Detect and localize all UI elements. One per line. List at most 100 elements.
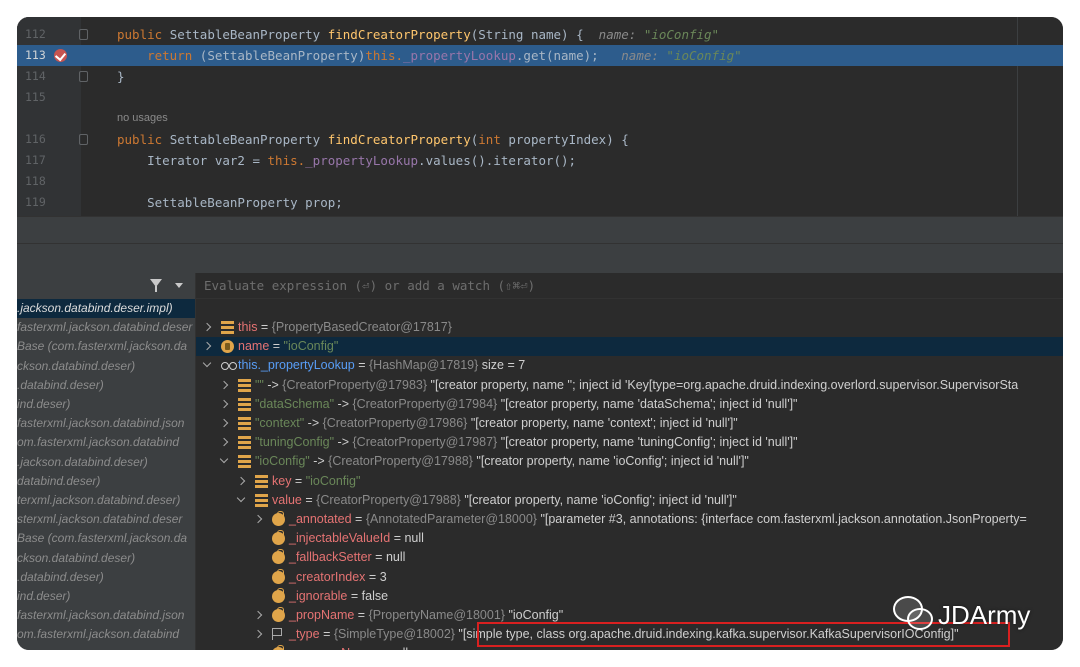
variable-row[interactable]: "" -> {CreatorProperty@17983} "[creator …: [196, 376, 1063, 395]
expand-open-icon[interactable]: [219, 455, 229, 464]
fold-marker-icon[interactable]: [79, 71, 88, 82]
line-number: 118: [25, 174, 46, 188]
variable-name: _propName: [289, 608, 355, 622]
variable-row[interactable]: "tuningConfig" -> {CreatorProperty@17987…: [196, 433, 1063, 452]
evaluate-expression-input[interactable]: Evaluate expression (⏎) or add a watch (…: [196, 273, 1063, 299]
field-icon: [221, 321, 234, 334]
current-execution-line[interactable]: 113 return (SettableBeanProperty)this._p…: [17, 45, 1063, 66]
variable-type: {CreatorProperty@17984}: [352, 396, 498, 411]
variable-type: {HashMap@17819}: [369, 358, 479, 373]
filter-icon[interactable]: [150, 279, 162, 292]
stack-frame[interactable]: sterxml.jackson.databind.deser: [17, 510, 195, 529]
variable-value: 3: [379, 569, 387, 584]
expand-collapsed-icon[interactable]: [253, 629, 263, 639]
expand-collapsed-icon[interactable]: [219, 380, 229, 389]
variable-row[interactable]: "context" -> {CreatorProperty@17986} "[c…: [196, 414, 1063, 433]
variable-row[interactable]: _annotated = {AnnotatedParameter@18000} …: [196, 510, 1063, 529]
variable-type: {PropertyName@18001}: [368, 608, 505, 622]
stack-frame[interactable]: om.fasterxml.jackson.databind: [17, 625, 195, 644]
line-number: 117: [25, 153, 46, 167]
expand-open-icon[interactable]: [202, 359, 212, 368]
code-line[interactable]: 115: [17, 87, 1063, 108]
breakpoint-icon[interactable]: [54, 49, 67, 62]
variable-row[interactable]: "ioConfig" -> {CreatorProperty@17988} "[…: [196, 452, 1063, 471]
variable-name: this._propertyLookup: [238, 358, 355, 373]
stack-frame[interactable]: fasterxml.jackson.databind.deser: [17, 318, 195, 337]
stack-frame[interactable]: fasterxml.jackson.databind.json: [17, 606, 195, 625]
field-icon: [238, 397, 251, 411]
variable-row[interactable]: _fallbackSetter = null: [196, 548, 1063, 567]
expand-collapsed-icon[interactable]: [253, 610, 263, 620]
panel-splitter[interactable]: [17, 216, 1063, 273]
variable-type: {SimpleType@18002}: [333, 627, 455, 642]
code-line[interactable]: 112 public SettableBeanProperty findCrea…: [17, 24, 1063, 45]
stack-frame[interactable]: ind.deser): [17, 587, 195, 606]
frames-panel[interactable]: .jackson.databind.deser.impl) fasterxml.j…: [17, 273, 195, 650]
stack-frame[interactable]: fasterxml.jackson.databind.json: [17, 414, 195, 433]
stack-frame[interactable]: .databind.deser): [17, 568, 195, 587]
variable-name: _wrapperName: [289, 646, 374, 650]
code-line[interactable]: 116 public SettableBeanProperty findCrea…: [17, 129, 1063, 150]
variable-name: _ignorable: [289, 588, 348, 603]
variable-type: {CreatorProperty@17988}: [328, 454, 473, 469]
stack-frame[interactable]: ckson.databind.deser): [17, 357, 195, 376]
expand-collapsed-icon[interactable]: [202, 322, 212, 332]
stack-frame[interactable]: ind.deser): [17, 395, 195, 414]
variable-separator: ->: [263, 377, 283, 392]
code-editor[interactable]: 112 public SettableBeanProperty findCrea…: [17, 17, 1063, 216]
variable-name: _creatorIndex: [289, 569, 366, 584]
variable-type: {CreatorProperty@17987}: [352, 435, 498, 450]
frames-toolbar: [17, 273, 195, 299]
stack-frame[interactable]: .jackson.databind.deser.impl): [17, 299, 195, 318]
expand-collapsed-icon[interactable]: [219, 399, 229, 409]
final-field-icon: [272, 511, 285, 526]
variable-value: null: [385, 550, 406, 565]
variable-type: {CreatorProperty@17983}: [282, 377, 428, 392]
variable-separator: =: [301, 492, 317, 507]
variable-separator: ->: [334, 435, 353, 450]
expand-collapsed-icon[interactable]: [219, 437, 229, 447]
variable-row[interactable]: "dataSchema" -> {CreatorProperty@17984} …: [196, 395, 1063, 414]
expand-collapsed-icon[interactable]: [202, 341, 212, 351]
stack-frame[interactable]: Base (com.fasterxml.jackson.da: [17, 337, 195, 356]
variable-value: "[creator property, name 'dataSchema'; i…: [497, 396, 798, 411]
stack-frame[interactable]: .jackson.databind.deser): [17, 453, 195, 472]
expand-collapsed-icon[interactable]: [219, 418, 229, 428]
variable-row[interactable]: value = {CreatorProperty@17988} "[creato…: [196, 491, 1063, 510]
line-number: 114: [25, 69, 46, 83]
variable-separator: =: [390, 531, 405, 546]
variable-row[interactable]: _creatorIndex = 3: [196, 568, 1063, 587]
variable-row[interactable]: this = {PropertyBasedCreator@17817}: [196, 318, 1063, 337]
stack-frame[interactable]: databind.deser): [17, 472, 195, 491]
code-line[interactable]: 117 Iterator var2 = this._propertyLookup…: [17, 150, 1063, 171]
code-line[interactable]: 119 SettableBeanProperty prop;: [17, 192, 1063, 213]
final-field-icon: [272, 530, 285, 546]
code-line[interactable]: 114 }: [17, 66, 1063, 87]
variable-row[interactable]: this._propertyLookup = {HashMap@17819} s…: [196, 356, 1063, 375]
code-line[interactable]: 118: [17, 171, 1063, 192]
stack-frame[interactable]: terxml.jackson.databind.deser): [17, 491, 195, 510]
expand-collapsed-icon[interactable]: [253, 514, 263, 524]
variable-separator: ->: [309, 454, 329, 469]
variable-row[interactable]: _injectableValueId = null: [196, 529, 1063, 548]
variable-separator: =: [351, 512, 366, 526]
stack-frame[interactable]: om.fasterxml.jackson.databind: [17, 433, 195, 452]
line-number: 115: [25, 90, 46, 104]
variable-name: key: [272, 473, 292, 488]
variable-separator: =: [354, 608, 369, 622]
fold-marker-icon[interactable]: [79, 134, 88, 145]
variable-name: _fallbackSetter: [289, 550, 372, 565]
stack-frame[interactable]: .databind.deser): [17, 376, 195, 395]
final-field-icon: [272, 587, 285, 603]
usages-hint[interactable]: no usages: [117, 112, 168, 124]
variable-row[interactable]: key = "ioConfig": [196, 472, 1063, 491]
expand-open-icon[interactable]: [236, 493, 246, 503]
variable-value: "ioConfig": [283, 339, 339, 354]
variable-name: "": [255, 377, 264, 392]
chevron-down-icon[interactable]: [175, 283, 183, 288]
variable-row[interactable]: name = "ioConfig": [196, 337, 1063, 357]
stack-frame[interactable]: Base (com.fasterxml.jackson.da: [17, 529, 195, 548]
fold-marker-icon[interactable]: [79, 29, 88, 40]
expand-collapsed-icon[interactable]: [236, 476, 246, 485]
stack-frame[interactable]: ckson.databind.deser): [17, 549, 195, 568]
